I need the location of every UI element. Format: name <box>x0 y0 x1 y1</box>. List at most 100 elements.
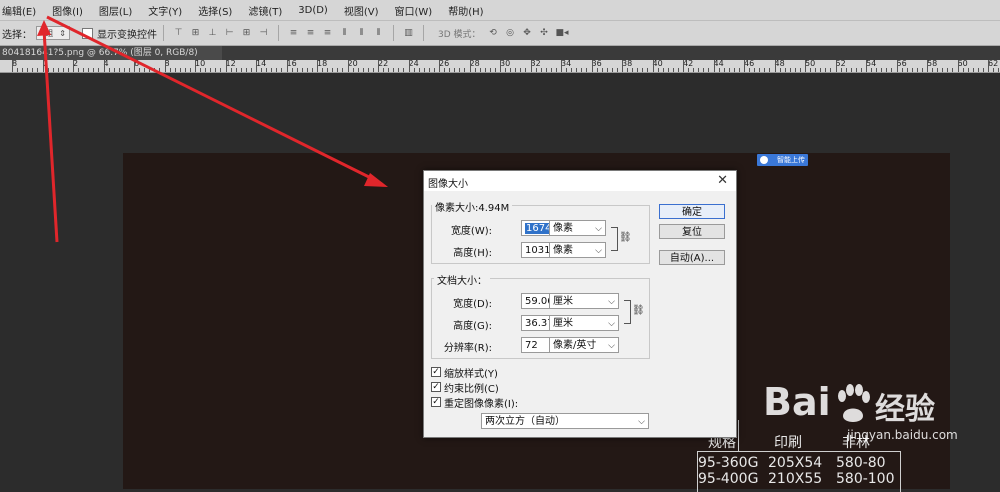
ruler-tick <box>281 68 283 72</box>
ruler-tick <box>296 68 298 72</box>
distribute-bottom-icon[interactable]: ≡ <box>322 28 333 39</box>
ruler-tick <box>154 68 156 72</box>
chevron-down-icon: ⌵ <box>595 246 602 256</box>
ruler-tick <box>42 60 44 72</box>
align-bottom-icon[interactable]: ⊥ <box>207 28 218 39</box>
menu-view[interactable]: 视图(V) <box>336 3 387 18</box>
ruler-tick <box>515 68 517 72</box>
ruler-tick <box>317 60 318 72</box>
menu-window[interactable]: 窗口(W) <box>387 3 441 18</box>
height-unit: 像素 <box>553 245 573 256</box>
spec-divider <box>738 420 739 452</box>
spec-cell: 580-100 <box>836 471 895 487</box>
distribute-right-icon[interactable]: ⦀ <box>373 28 384 39</box>
ruler-tick <box>83 68 85 72</box>
menu-type[interactable]: 文字(Y) <box>140 3 190 18</box>
ruler-tick <box>459 68 461 72</box>
ruler-tick <box>921 68 923 72</box>
divider <box>278 25 279 41</box>
ruler-tick <box>271 68 273 72</box>
options-bar: 选择： 组 ⇕ 显示变换控件 ⊤ ⊞ ⊥ ⊢ ⊞ ⊣ ≡ ≡ ≡ ⦀ ⦀ ⦀ ▥ … <box>0 21 1000 46</box>
distribute-hcenter-icon[interactable]: ⦀ <box>356 28 367 39</box>
auto-button[interactable]: 自动(A)... <box>659 250 725 265</box>
ruler-tick <box>972 68 974 72</box>
dialog-titlebar[interactable]: 图像大小 ✕ <box>424 171 736 191</box>
doc-width-unit-select[interactable]: 厘米 ⌵ <box>549 293 619 309</box>
ruler-tick <box>967 68 969 72</box>
ruler-tick <box>637 68 639 72</box>
ok-button[interactable]: 确定 <box>659 204 725 219</box>
ruler-tick <box>535 68 537 72</box>
close-icon[interactable]: ✕ <box>717 173 728 188</box>
menu-help[interactable]: 帮助(H) <box>440 3 491 18</box>
select-dropdown[interactable]: 组 ⇕ <box>36 26 70 40</box>
ruler-tick <box>220 68 222 72</box>
align-top-icon[interactable]: ⊤ <box>173 28 184 39</box>
distribute-top-icon[interactable]: ≡ <box>288 28 299 39</box>
menu-layer[interactable]: 图层(L) <box>91 3 140 18</box>
3d-roll-icon[interactable]: ◎ <box>505 28 516 39</box>
menu-image[interactable]: 图像(I) <box>44 3 91 18</box>
3d-scale-icon[interactable]: ■◂ <box>556 28 569 39</box>
show-transform-label: 显示变换控件 <box>97 29 157 41</box>
3d-pan-icon[interactable]: ✥ <box>522 28 533 39</box>
divider <box>163 25 164 41</box>
align-right-icon[interactable]: ⊣ <box>258 28 269 39</box>
smart-upload-badge[interactable]: 智能上传 <box>757 154 808 166</box>
doc-height-unit-select[interactable]: 厘米 ⌵ <box>549 315 619 331</box>
ruler-tick <box>916 68 918 72</box>
ruler-tick <box>540 68 542 72</box>
reset-button[interactable]: 复位 <box>659 224 725 239</box>
height-unit-select[interactable]: 像素 ⌵ <box>549 242 606 258</box>
ruler-tick <box>937 68 939 72</box>
distribute-vcenter-icon[interactable]: ≡ <box>305 28 316 39</box>
distribute-left-icon[interactable]: ⦀ <box>339 28 350 39</box>
auto-align-icon[interactable]: ▥ <box>403 28 414 39</box>
ruler-tick <box>784 68 786 72</box>
width-label: 宽度(W): <box>450 226 492 237</box>
ruler-tick <box>764 68 766 72</box>
align-hcenter-icon[interactable]: ⊞ <box>241 28 252 39</box>
resolution-unit: 像素/英寸 <box>553 340 597 351</box>
align-left-icon[interactable]: ⊢ <box>224 28 235 39</box>
resample-method-select[interactable]: 两次立方（自动） ⌵ <box>481 413 649 429</box>
ruler-tick <box>113 68 115 72</box>
scale-styles-checkbox[interactable]: ✓ <box>431 367 441 377</box>
document-tab[interactable]: 804181641?5.png @ 66.7% (图层 0, RGB/8) <box>0 46 222 60</box>
align-vcenter-icon[interactable]: ⊞ <box>190 28 201 39</box>
width-unit: 像素 <box>553 223 573 234</box>
ruler-tick <box>530 60 532 72</box>
width-unit-select[interactable]: 像素 ⌵ <box>549 220 606 236</box>
menu-3d[interactable]: 3D(D) <box>290 5 336 16</box>
ruler-tick <box>454 68 456 72</box>
ruler-tick <box>982 68 984 72</box>
ruler-tick <box>576 68 578 72</box>
menu-edit[interactable]: 编辑(E) <box>0 3 44 18</box>
3d-orbit-icon[interactable]: ⟲ <box>488 28 499 39</box>
ruler-tick <box>464 68 466 72</box>
menu-select[interactable]: 选择(S) <box>190 3 240 18</box>
show-transform-checkbox[interactable] <box>82 27 93 39</box>
ruler-tick <box>891 68 893 72</box>
chevron-down-icon: ⌵ <box>608 341 615 351</box>
resolution-unit-select[interactable]: 像素/英寸 ⌵ <box>549 337 619 353</box>
ruler-tick <box>159 68 161 72</box>
3d-slide-icon[interactable]: ✣ <box>539 28 550 39</box>
ruler-tick <box>139 68 141 72</box>
ruler-tick <box>27 68 29 72</box>
chevron-down-icon: ⌵ <box>638 417 645 427</box>
ruler-tick <box>622 60 623 72</box>
ruler-tick <box>342 68 344 72</box>
ruler-number: 24 <box>408 60 419 68</box>
menu-filter[interactable]: 滤镜(T) <box>240 3 290 18</box>
ruler-tick <box>998 68 1000 72</box>
ruler-number: 40 <box>652 60 663 68</box>
ruler-tick <box>779 68 781 72</box>
ruler-tick <box>306 68 308 72</box>
ruler-number: 10 <box>195 60 206 68</box>
ruler-tick <box>62 68 64 72</box>
ruler-tick <box>820 68 822 72</box>
ruler-tick <box>845 68 847 72</box>
resample-checkbox[interactable]: ✓ <box>431 397 441 407</box>
constrain-proportions-checkbox[interactable]: ✓ <box>431 382 441 392</box>
